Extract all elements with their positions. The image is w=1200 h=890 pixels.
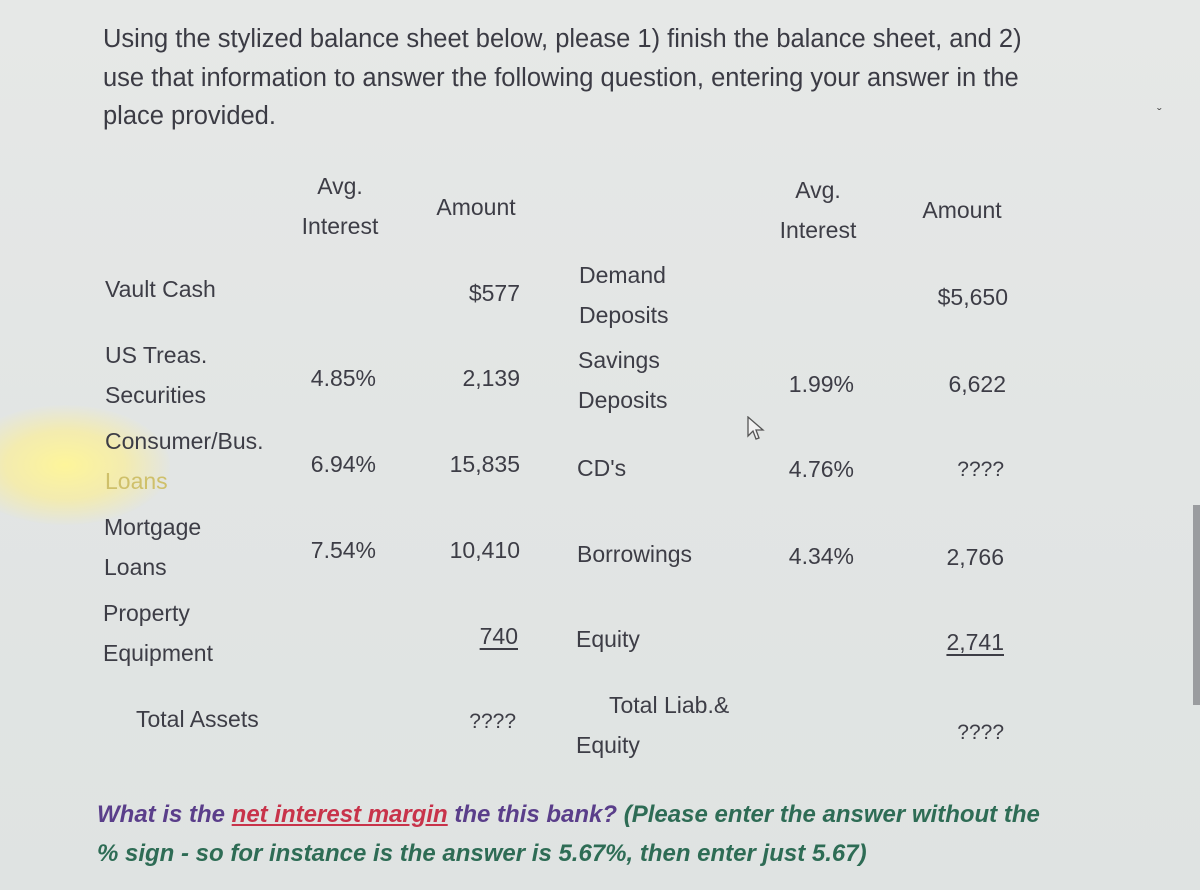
stray-mark: ˇ: [1157, 105, 1162, 121]
asset-label: Vault Cash: [105, 276, 216, 302]
asset-amount: 10,410: [449, 537, 520, 563]
instructions-text: Using the stylized balance sheet below, …: [103, 25, 1022, 130]
asset-rate: 4.85%: [310, 365, 376, 391]
liability-amount: $5,650: [937, 284, 1008, 310]
liability-label: Savings Deposits: [578, 347, 668, 413]
net-interest-margin-link[interactable]: net interest margin: [232, 801, 448, 828]
liability-amount: 2,766: [946, 544, 1004, 570]
liability-label: CD's: [577, 455, 627, 481]
mouse-cursor-icon: [747, 416, 765, 440]
asset-rate: 7.54%: [310, 537, 376, 563]
asset-label: Consumer/Bus. Loans: [105, 428, 264, 494]
liability-label: Equity: [576, 626, 640, 652]
asset-label: Property Equipment: [103, 600, 213, 666]
assets-rate-header: Avg. Interest: [301, 173, 379, 239]
liability-amount: 2,741: [946, 629, 1004, 655]
asset-amount: $577: [468, 280, 520, 306]
question-lead: What is the: [97, 801, 232, 828]
liability-rate: 4.34%: [788, 543, 854, 569]
asset-label: Mortgage Loans: [104, 514, 202, 580]
question-tail: the this bank?: [447, 801, 618, 828]
liability-label: Demand Deposits: [579, 262, 669, 328]
window-edge: [1193, 505, 1200, 705]
liabilities-rate-header: Avg. Interest: [779, 177, 857, 243]
liability-label: Borrowings: [577, 541, 693, 567]
asset-amount: 740: [479, 623, 518, 649]
liability-rate: 4.76%: [788, 456, 854, 482]
total-assets-label: Total Assets: [136, 706, 259, 732]
liability-rate: 1.99%: [788, 371, 854, 397]
asset-label: US Treas. Securities: [105, 342, 208, 408]
liability-amount: 6,622: [948, 371, 1006, 397]
total-assets-amount: ????: [469, 710, 516, 733]
question-text: What is the net interest margin the this…: [97, 795, 1057, 873]
liabilities-amount-header: Amount: [922, 197, 1002, 223]
total-liab-equity-label: Total Liab.& Equity: [576, 692, 730, 758]
total-liab-equity-amount: ????: [957, 721, 1004, 744]
asset-amount: 2,139: [462, 365, 520, 391]
assets-amount-header: Amount: [436, 194, 516, 220]
asset-amount: 15,835: [449, 451, 520, 477]
liability-amount: ????: [957, 458, 1004, 481]
asset-rate: 6.94%: [310, 451, 376, 477]
